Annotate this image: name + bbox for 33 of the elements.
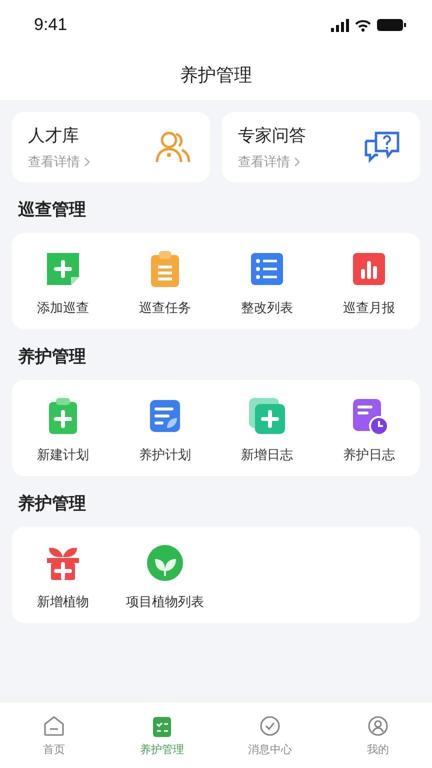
menu-item-label[interactable]: 新增日志 (241, 446, 293, 464)
menu-item-label[interactable]: 整改列表 (241, 299, 293, 317)
page-title: 养护管理 (180, 64, 252, 87)
section-title: 养护管理 (16, 493, 87, 516)
home-icon (42, 714, 66, 738)
menu-item-label[interactable]: 养护计划 (139, 446, 191, 464)
stacked-plus-icon (247, 396, 287, 436)
tab-item[interactable]: 我的 (324, 702, 432, 768)
menu-item-label[interactable]: 项目植物列表 (126, 593, 204, 611)
question-chat-icon (362, 129, 402, 165)
battery-icon (377, 19, 406, 31)
chevron-right-icon (84, 156, 90, 166)
sprout-circle-icon (145, 543, 185, 583)
menu-item-label[interactable]: 新建计划 (37, 446, 89, 464)
status-time: 9:41 (34, 15, 68, 35)
shortcut-card[interactable]: 人才库 查看详情 (12, 112, 210, 182)
check-circle-icon (258, 714, 282, 738)
menu-item-label[interactable]: 添加巡查 (37, 299, 89, 317)
shortcut-card[interactable]: 专家问答 查看详情 (222, 112, 420, 182)
section-title: 养护管理 (16, 346, 87, 369)
wifi-icon (355, 18, 371, 32)
menu-item-label[interactable]: 巡查任务 (139, 299, 191, 317)
menu-item-label[interactable]: 巡查月报 (343, 299, 395, 317)
menu-item-label[interactable]: 新增植物 (37, 593, 89, 611)
shortcut-title: 人才库 (28, 124, 80, 146)
user-icon (366, 714, 390, 738)
menu-item-label[interactable]: 养护日志 (343, 446, 395, 464)
tab-item[interactable]: 首页 (0, 702, 108, 768)
signal-icon (331, 18, 349, 32)
chevron-right-icon (294, 156, 300, 166)
section-title: 巡查管理 (17, 199, 87, 222)
tab-item[interactable]: 消息中心 (216, 702, 324, 768)
shortcut-title: 专家问答 (238, 124, 306, 146)
